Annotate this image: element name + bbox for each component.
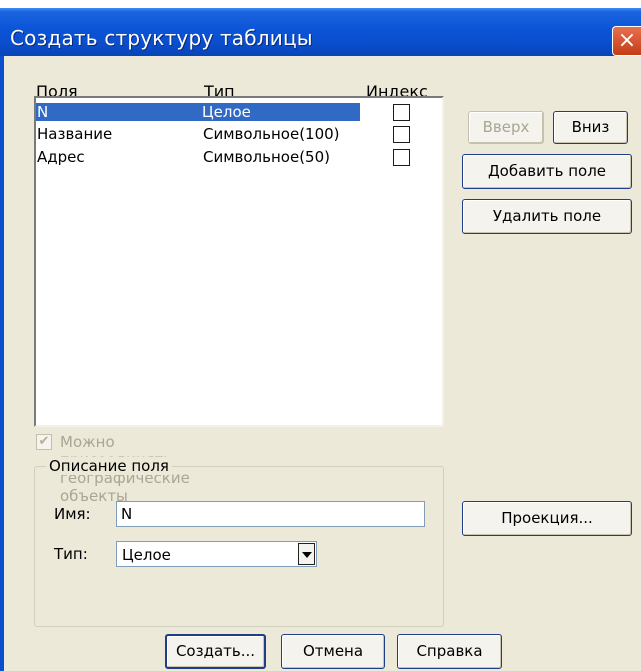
chevron-down-icon[interactable] bbox=[298, 543, 315, 565]
cancel-button[interactable]: Отмена bbox=[281, 634, 385, 669]
index-checkbox[interactable] bbox=[393, 126, 410, 143]
field-name: Название bbox=[37, 125, 113, 143]
move-down-button[interactable]: Вниз bbox=[553, 111, 628, 144]
title-bar[interactable]: Создать структуру таблицы × bbox=[0, 8, 641, 56]
index-checkbox[interactable] bbox=[393, 149, 410, 166]
field-type: Символьное(100) bbox=[203, 125, 340, 143]
type-select[interactable]: Целое bbox=[116, 541, 317, 567]
field-name: N bbox=[37, 103, 49, 121]
field-description-legend: Описание поля bbox=[46, 457, 172, 475]
field-row-selection: N Целое bbox=[36, 103, 360, 121]
add-field-button[interactable]: Добавить поле bbox=[462, 154, 632, 189]
field-type: Символьное(50) bbox=[203, 148, 330, 166]
index-checkbox[interactable] bbox=[393, 104, 410, 121]
geo-objects-checkbox[interactable]: ✔ bbox=[36, 434, 52, 450]
name-label: Имя: bbox=[54, 505, 91, 523]
type-label: Тип: bbox=[54, 545, 88, 563]
table-row[interactable]: Название Символьное(100) bbox=[36, 123, 442, 147]
field-name: Адрес bbox=[37, 148, 85, 166]
name-input[interactable]: N bbox=[116, 501, 425, 527]
table-row[interactable]: N Целое bbox=[36, 101, 442, 125]
window-title: Создать структуру таблицы bbox=[10, 26, 313, 50]
field-type: Целое bbox=[202, 103, 251, 121]
close-icon[interactable]: × bbox=[612, 26, 641, 56]
move-up-button[interactable]: Вверх bbox=[468, 111, 544, 144]
create-button[interactable]: Создать... bbox=[165, 634, 266, 669]
type-select-value: Целое bbox=[122, 546, 171, 564]
fields-list[interactable]: N Целое Название Символьное(100) Адрес С… bbox=[34, 96, 444, 427]
window-frame-left bbox=[0, 56, 4, 671]
help-button[interactable]: Справка bbox=[397, 634, 502, 669]
table-row[interactable]: Адрес Символьное(50) bbox=[36, 146, 442, 170]
delete-field-button[interactable]: Удалить поле bbox=[462, 199, 632, 234]
projection-button[interactable]: Проекция... bbox=[462, 501, 632, 536]
